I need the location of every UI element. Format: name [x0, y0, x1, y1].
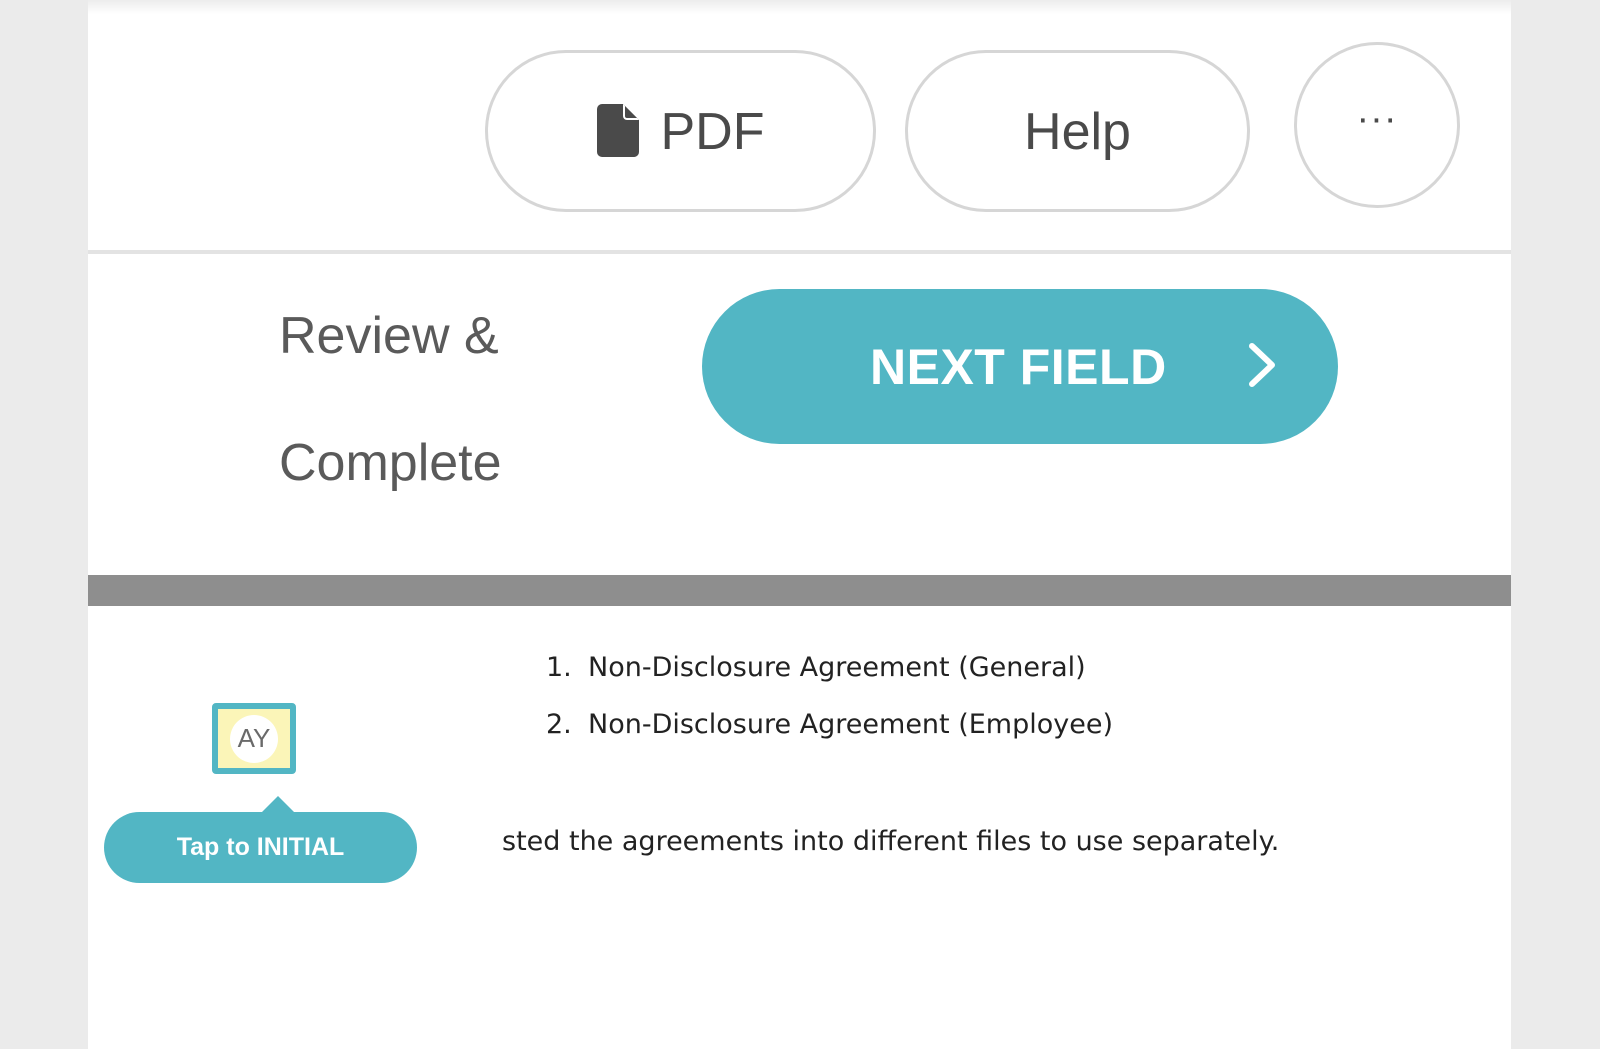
more-options-icon: ···: [1356, 97, 1398, 140]
next-field-button[interactable]: NEXT FIELD: [702, 289, 1338, 444]
page-title-line-2: Complete: [279, 434, 502, 492]
initial-field[interactable]: AY: [212, 703, 296, 774]
help-button-label: Help: [1024, 103, 1131, 161]
tap-to-initial-tooltip[interactable]: Tap to INITIAL: [104, 796, 417, 883]
list-item-text: Non-Disclosure Agreement (General): [588, 652, 1086, 683]
next-field-label: NEXT FIELD: [870, 338, 1167, 395]
initials-text: AY: [237, 723, 271, 753]
document-separator-bar: [88, 575, 1511, 606]
list-item-number: 1.: [546, 652, 572, 683]
help-button[interactable]: Help: [905, 50, 1250, 212]
pdf-button-label: PDF: [660, 103, 765, 161]
tooltip-arrow: [260, 796, 296, 814]
page-title-line-1: Review &: [279, 307, 499, 365]
page-title: Review & Complete: [279, 273, 609, 527]
list-item-number: 2.: [546, 709, 572, 740]
toolbar-divider: [88, 250, 1511, 254]
pdf-button[interactable]: PDF: [485, 50, 876, 212]
list-item-text: Non-Disclosure Agreement (Employee): [588, 709, 1113, 740]
tooltip-label: Tap to INITIAL: [176, 833, 345, 861]
initials-badge: AY: [230, 714, 278, 763]
document-body-text: sted the agreements into different files…: [502, 826, 1280, 857]
pdf-file-icon: [596, 103, 639, 157]
more-options-button[interactable]: ···: [1294, 42, 1460, 208]
document-viewer: PDF Help ··· Review & Complete NEXT FIEL…: [88, 0, 1511, 1049]
toolbar: PDF Help ···: [88, 0, 1511, 250]
chevron-right-icon: [1249, 343, 1275, 387]
